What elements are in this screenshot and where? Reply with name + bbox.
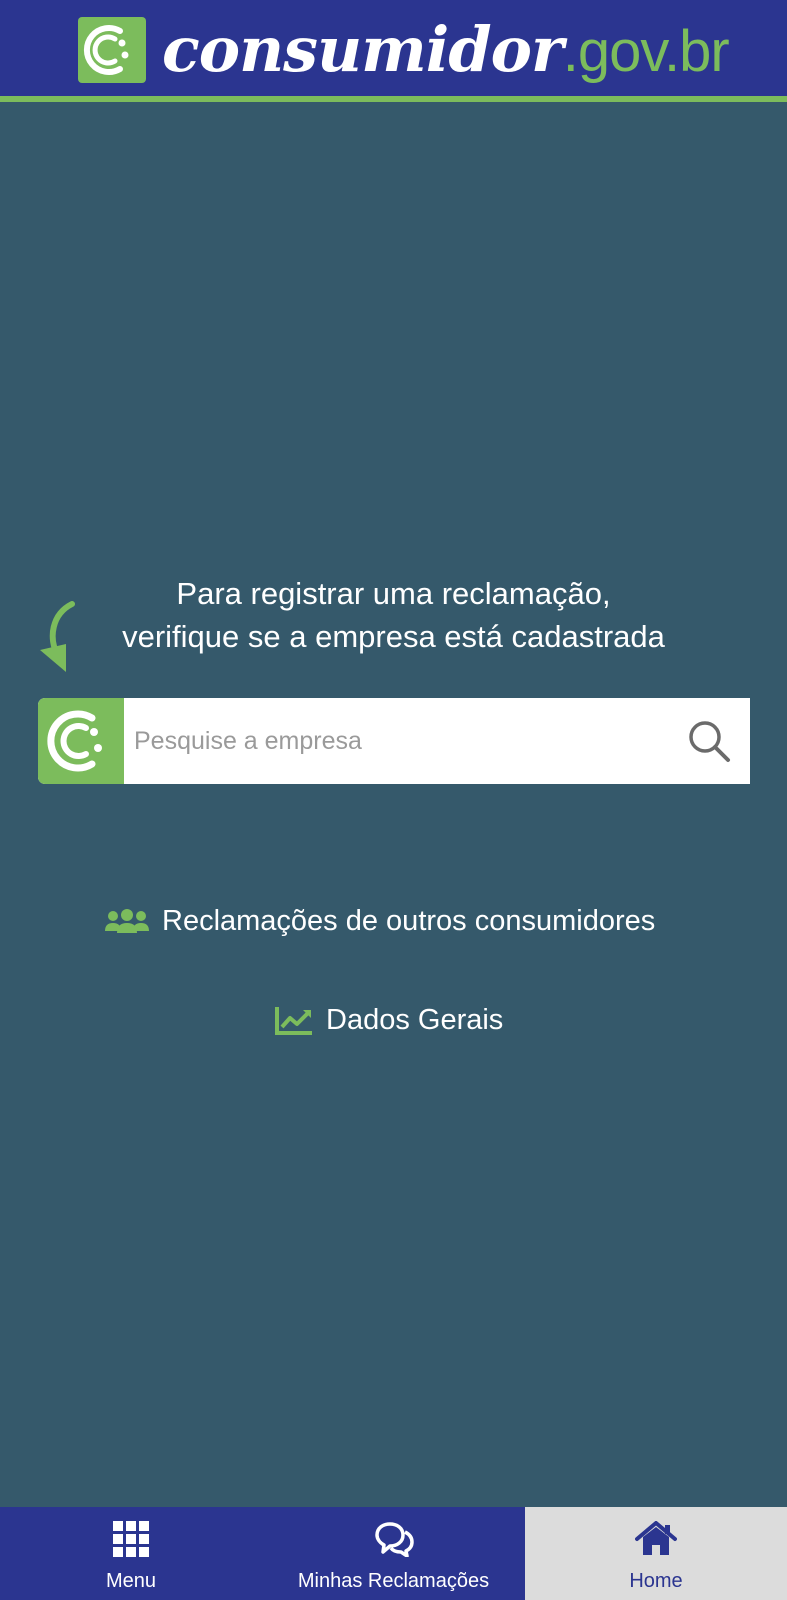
brand-main: consumidor <box>162 13 564 86</box>
grid-icon <box>113 1521 149 1557</box>
line-chart-icon <box>275 1006 312 1035</box>
prompt-line-1: Para registrar uma reclamação, <box>176 576 611 611</box>
app-header: consumidor.gov.br <box>0 0 787 102</box>
users-group-icon <box>105 908 149 933</box>
consumidor-logo-icon <box>78 17 146 83</box>
company-search-bar <box>38 698 750 784</box>
nav-my-complaints[interactable]: Minhas Reclamações <box>262 1507 525 1600</box>
general-data-link[interactable]: Dados Gerais <box>274 1004 503 1037</box>
brand-wordmark: consumidor.gov.br <box>162 10 730 90</box>
bottom-navigation: Menu Minhas Reclamações Home <box>0 1507 787 1600</box>
nav-my-complaints-label: Minhas Reclamações <box>297 1570 490 1592</box>
company-search-input[interactable] <box>134 698 654 784</box>
other-consumers-label: Reclamações de outros consumidores <box>162 905 656 937</box>
consumidor-logo-icon <box>38 698 124 784</box>
nav-menu[interactable]: Menu <box>0 1507 262 1600</box>
nav-home[interactable]: Home <box>525 1507 787 1600</box>
chat-bubbles-icon <box>374 1522 414 1557</box>
home-icon <box>635 1521 677 1555</box>
other-consumers-complaints-link[interactable]: Reclamações de outros consumidores <box>104 905 655 938</box>
nav-menu-label: Menu <box>105 1570 157 1592</box>
prompt-line-2: verifique se a empresa está cadastrada <box>122 619 665 654</box>
brand-suffix: .gov.br <box>562 19 730 84</box>
register-prompt: Para registrar uma reclamação, verifique… <box>40 572 747 658</box>
general-data-label: Dados Gerais <box>326 1004 504 1036</box>
nav-home-label: Home <box>629 1570 683 1592</box>
search-icon[interactable] <box>686 718 732 764</box>
